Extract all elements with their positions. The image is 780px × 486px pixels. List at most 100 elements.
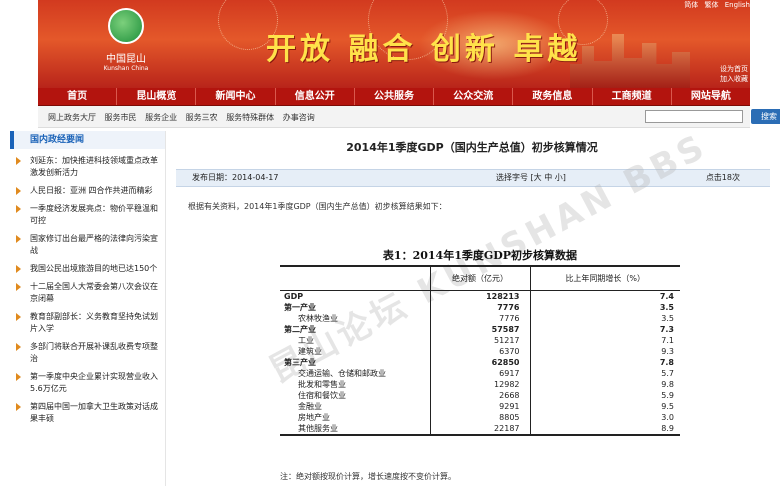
sidebar-news-item[interactable]: 刘延东：加快推进科技领域重点改革 激发创新活力: [10, 155, 165, 179]
article-info-bar: 发布日期：2014-04-17 选择字号 [大 中 小] 点击18次: [176, 169, 770, 187]
subnav-link[interactable]: 网上政务大厅: [48, 113, 96, 122]
arrow-icon: [16, 373, 21, 381]
table-row: 住宿和餐饮业 2668 5.9: [280, 389, 680, 401]
row-name-cell: 交通运输、仓储和邮政业: [298, 368, 386, 378]
article-main: 2014年1季度GDP（国内生产总值）初步核算情况 发布日期：2014-04-1…: [172, 126, 780, 486]
sidebar-news-item[interactable]: 国家修订出台最严格的法律向污染宣战: [10, 233, 165, 257]
table-row: 工业 51217 7.1: [280, 334, 680, 346]
subnav-link[interactable]: 办事咨询: [283, 113, 315, 122]
search-button[interactable]: 搜索: [751, 109, 780, 124]
nav-item-overview[interactable]: 昆山概览: [117, 88, 197, 105]
logo-emblem-icon: [108, 8, 144, 44]
lang-simplified-link[interactable]: 简体: [684, 1, 698, 9]
nav-item-business[interactable]: 工商频道: [593, 88, 672, 105]
nav-item-sitemap[interactable]: 网站导航: [672, 88, 750, 105]
news-item-label: 第四届中国一加拿大卫生政策对话成果丰硕: [30, 402, 158, 423]
subnav-link[interactable]: 服务特殊群体: [226, 113, 274, 122]
sub-nav: 网上政务大厅 服务市民 服务企业 服务三农 服务特殊群体 办事咨询 搜索: [38, 106, 780, 128]
news-item-label: 多部门将联合开展补课乱收费专项整治: [30, 342, 158, 363]
language-links: 简体 繁体 English: [680, 0, 750, 10]
row-name-cell: GDP: [284, 291, 304, 301]
nav-item-home[interactable]: 首页: [38, 88, 118, 105]
publish-date: 发布日期：2014-04-17: [192, 173, 279, 182]
arrow-icon: [16, 205, 21, 213]
row-name-cell: 第二产业: [284, 324, 316, 334]
arrow-icon: [16, 343, 21, 351]
nav-item-gov-info[interactable]: 政务信息: [513, 88, 593, 105]
table-row: 农林牧渔业 7776 3.5: [280, 312, 680, 324]
main-nav: 首页 昆山概览 新闻中心 信息公开 公共服务 公众交流 政务信息 工商频道 网站…: [38, 88, 750, 106]
arrow-icon: [16, 265, 21, 273]
set-homepage-link[interactable]: 设为首页: [720, 64, 748, 74]
service-links: 网上政务大厅 服务市民 服务企业 服务三农 服务特殊群体 办事咨询: [48, 112, 321, 123]
news-item-label: 刘延东：加快推进科技领域重点改革 激发创新活力: [30, 156, 158, 177]
banner-slogan: 开放 融合 创新 卓越: [266, 32, 582, 67]
header-cell-growth: 比上年同期增长（%）: [530, 265, 680, 291]
table-row: 第三产业 62850 7.8: [280, 356, 680, 368]
row-growth-cell: 7.1: [661, 335, 674, 345]
row-growth-cell: 7.3: [659, 324, 674, 334]
site-logo[interactable]: 中国昆山 Kunshan China: [96, 8, 156, 78]
arrow-icon: [16, 157, 21, 165]
row-growth-cell: 7.4: [659, 291, 674, 301]
subnav-link[interactable]: 服务三农: [186, 113, 218, 122]
sidebar-news-item[interactable]: 我国公民出境旅游目的地已达150个: [10, 263, 165, 275]
table-row: 建筑业 6370 9.3: [280, 345, 680, 357]
row-name-cell: 第三产业: [284, 357, 316, 367]
row-growth-cell: 3.5: [659, 302, 674, 312]
gdp-table: 绝对额（亿元） 比上年同期增长（%） GDP 128213 7.4 第一产业 7776 3…: [280, 265, 680, 436]
row-value-cell: 12982: [429, 378, 531, 390]
row-value-cell: 51217: [429, 334, 531, 346]
table-row: GDP 128213 7.4: [280, 290, 680, 302]
nav-item-public-service[interactable]: 公共服务: [355, 88, 435, 105]
article-intro: 根据有关资料，2014年1季度GDP（国内生产总值）初步核算结果如下：: [188, 202, 447, 211]
nav-item-news[interactable]: 新闻中心: [196, 88, 276, 105]
sidebar-news-item[interactable]: 多部门将联合开展补课乱收费专项整治: [10, 341, 165, 365]
nav-item-public-exchange[interactable]: 公众交流: [434, 88, 514, 105]
site-banner: 中国昆山 Kunshan China 开放 融合 创新 卓越 简体 繁体 Eng…: [38, 0, 750, 88]
header-cell-name: [280, 265, 430, 291]
row-name-cell: 第一产业: [284, 302, 316, 312]
row-value-cell: 7776: [429, 312, 531, 324]
row-growth-cell: 7.8: [659, 357, 674, 367]
sidebar-news-item[interactable]: 人民日报：亚洲 四合作共进而精彩: [10, 185, 165, 197]
logo-cn-text: 中国昆山: [106, 54, 146, 65]
arrow-icon: [16, 235, 21, 243]
row-name-cell: 批发和零售业: [298, 379, 346, 389]
nav-item-disclosure[interactable]: 信息公开: [276, 88, 355, 105]
search-input[interactable]: [645, 110, 743, 123]
lang-traditional-link[interactable]: 繁体: [704, 1, 718, 9]
sidebar-news-item[interactable]: 十二届全国人大常委会第八次会议在京闭幕: [10, 281, 165, 305]
sidebar-news-item[interactable]: 一季度经济发展亮点：物价平稳温和可控: [10, 203, 165, 227]
row-growth-cell: 8.9: [530, 422, 680, 436]
header-cell-value: 绝对额（亿元）: [429, 265, 531, 291]
arrow-icon: [16, 313, 21, 321]
add-favorite-link[interactable]: 加入收藏: [720, 74, 748, 84]
row-growth-cell: 9.8: [661, 379, 674, 389]
sidebar-news-item[interactable]: 第一季度中央企业累计实现营业收入5.6万亿元: [10, 371, 165, 395]
news-item-label: 人民日报：亚洲 四合作共进而精彩: [30, 186, 153, 195]
font-size-selector[interactable]: 选择字号 [大 中 小]: [496, 170, 566, 186]
lang-english-link[interactable]: English: [725, 1, 750, 9]
row-growth-cell: 3.0: [661, 412, 674, 422]
row-growth-cell: 9.5: [661, 401, 674, 411]
table-row: 第二产业 57587 7.3: [280, 323, 680, 335]
row-value-cell: 57587: [429, 323, 531, 335]
arrow-icon: [16, 403, 21, 411]
news-item-label: 国家修订出台最严格的法律向污染宣战: [30, 234, 158, 255]
row-value-cell: 9291: [429, 400, 531, 412]
sidebar-news-item[interactable]: 第四届中国一加拿大卫生政策对话成果丰硕: [10, 401, 165, 425]
news-item-label: 一季度经济发展亮点：物价平稳温和可控: [30, 204, 158, 225]
arrow-icon: [16, 283, 21, 291]
subnav-link[interactable]: 服务市民: [105, 113, 137, 122]
bookmark-links: 设为首页 加入收藏: [720, 64, 748, 84]
row-value-cell: 7776: [429, 301, 531, 313]
arrow-icon: [16, 187, 21, 195]
sidebar-news-item[interactable]: 教育部副部长：义务教育坚持免试划片入学: [10, 311, 165, 335]
row-value-cell: 2668: [429, 389, 531, 401]
row-name-cell: 农林牧渔业: [298, 313, 338, 323]
news-sidebar: 国内政经要闻 刘延东：加快推进科技领域重点改革 激发创新活力 人民日报：亚洲 四…: [10, 131, 166, 486]
table-row: 批发和零售业 12982 9.8: [280, 378, 680, 390]
subnav-link[interactable]: 服务企业: [145, 113, 177, 122]
row-value-cell: 8805: [429, 411, 531, 423]
